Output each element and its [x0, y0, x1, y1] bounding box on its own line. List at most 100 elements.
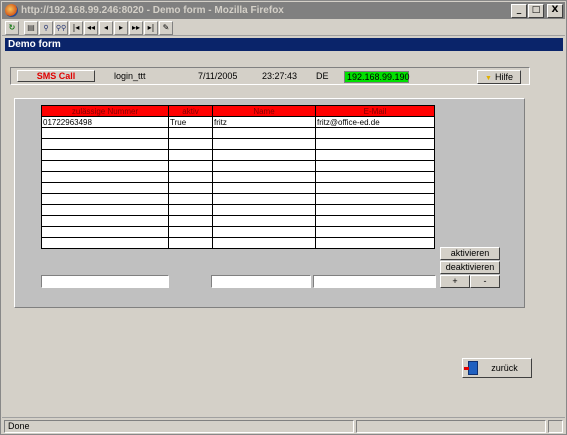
email-cell[interactable] — [315, 127, 435, 139]
first-record-icon[interactable]: |◂ — [69, 20, 83, 35]
activate-button[interactable]: aktivieren — [440, 247, 500, 260]
active-cell[interactable] — [168, 226, 213, 238]
name-cell[interactable] — [212, 171, 316, 183]
active-cell[interactable] — [168, 138, 213, 150]
name-filter-input[interactable] — [211, 275, 311, 288]
add-row-button[interactable]: + — [440, 275, 470, 288]
number-cell[interactable] — [41, 138, 169, 150]
find-icon[interactable]: ⚲ — [39, 20, 53, 35]
table-row[interactable] — [41, 237, 435, 249]
column-header-number[interactable]: zulässige Nummer — [41, 105, 169, 117]
name-cell[interactable] — [212, 193, 316, 205]
table-row[interactable] — [41, 226, 435, 238]
column-header-name[interactable]: Name — [212, 105, 316, 117]
email-cell[interactable] — [315, 182, 435, 194]
window-title: http://192.168.99.246:8020 - Demo form -… — [21, 5, 284, 16]
email-cell[interactable] — [315, 226, 435, 238]
minimize-button[interactable]: _ — [511, 3, 527, 18]
email-cell[interactable] — [315, 193, 435, 205]
number-cell[interactable] — [41, 182, 169, 194]
active-cell[interactable] — [168, 237, 213, 249]
name-cell[interactable]: fritz — [212, 116, 316, 128]
email-cell[interactable]: fritz@office-ed.de — [315, 116, 435, 128]
exit-door-icon — [464, 361, 478, 375]
previous-record-icon[interactable]: ◂ — [99, 20, 113, 35]
number-cell[interactable] — [41, 149, 169, 161]
number-cell[interactable] — [41, 237, 169, 249]
active-cell[interactable] — [168, 149, 213, 161]
name-cell[interactable] — [212, 160, 316, 172]
table-row[interactable] — [41, 171, 435, 183]
name-cell[interactable] — [212, 226, 316, 238]
number-cell[interactable] — [41, 171, 169, 183]
back-button[interactable]: zurück — [462, 358, 532, 378]
active-cell[interactable] — [168, 182, 213, 194]
active-cell[interactable] — [168, 171, 213, 183]
sms-call-button[interactable]: SMS Call — [17, 70, 95, 82]
maximize-button[interactable]: □ — [528, 3, 544, 18]
table-row[interactable] — [41, 204, 435, 216]
ip-address-badge: 192.168.99.190 — [344, 71, 410, 83]
previous-fast-icon[interactable]: ◂◂ — [84, 20, 98, 35]
last-record-icon[interactable]: ▸| — [144, 20, 158, 35]
name-cell[interactable] — [212, 127, 316, 139]
numbers-table: zulässige Nummer aktiv Name E-Mail 01722… — [41, 105, 435, 249]
name-cell[interactable] — [212, 149, 316, 161]
help-button[interactable]: ▼ Hilfe — [477, 70, 521, 84]
content-panel: zulässige Nummer aktiv Name E-Mail 01722… — [14, 98, 525, 308]
table-row[interactable] — [41, 138, 435, 150]
table-row[interactable] — [41, 193, 435, 205]
table-row[interactable]: 01722963498 True fritz fritz@office-ed.de — [41, 116, 435, 128]
email-cell[interactable] — [315, 138, 435, 150]
next-record-icon[interactable]: ▸ — [114, 20, 128, 35]
active-cell[interactable] — [168, 127, 213, 139]
email-cell[interactable] — [315, 204, 435, 216]
active-cell[interactable] — [168, 193, 213, 205]
email-cell[interactable] — [315, 171, 435, 183]
find-next-icon[interactable]: ⚲⚲ — [54, 20, 68, 35]
name-cell[interactable] — [212, 215, 316, 227]
active-cell[interactable] — [168, 215, 213, 227]
table-row[interactable] — [41, 215, 435, 227]
close-button[interactable]: X — [547, 3, 563, 18]
name-cell[interactable] — [212, 237, 316, 249]
number-cell[interactable] — [41, 160, 169, 172]
name-cell[interactable] — [212, 204, 316, 216]
status-cell-middle — [356, 420, 546, 433]
active-cell[interactable] — [168, 204, 213, 216]
table-row[interactable] — [41, 182, 435, 194]
number-cell[interactable]: 01722963498 — [41, 116, 169, 128]
email-filter-input[interactable] — [313, 275, 436, 288]
table-row[interactable] — [41, 127, 435, 139]
email-cell[interactable] — [315, 215, 435, 227]
deactivate-button[interactable]: deaktivieren — [440, 261, 500, 274]
email-cell[interactable] — [315, 160, 435, 172]
active-cell[interactable] — [168, 160, 213, 172]
number-cell[interactable] — [41, 226, 169, 238]
email-cell[interactable] — [315, 149, 435, 161]
table-row[interactable] — [41, 160, 435, 172]
active-cell[interactable]: True — [168, 116, 213, 128]
info-bar: SMS Call login_ttt 7/11/2005 23:27:43 DE… — [10, 67, 530, 85]
title-bar: http://192.168.99.246:8020 - Demo form -… — [2, 2, 565, 19]
remove-row-button[interactable]: - — [470, 275, 500, 288]
language-label: DE — [316, 71, 329, 81]
number-cell[interactable] — [41, 215, 169, 227]
table-row[interactable] — [41, 149, 435, 161]
reload-icon[interactable]: ↻ — [5, 20, 19, 35]
edit-icon[interactable]: ✎ — [159, 20, 173, 35]
back-label: zurück — [491, 363, 518, 373]
column-header-email[interactable]: E-Mail — [315, 105, 435, 117]
next-fast-icon[interactable]: ▸▸ — [129, 20, 143, 35]
print-icon[interactable]: ▤ — [24, 20, 38, 35]
number-cell[interactable] — [41, 204, 169, 216]
column-header-active[interactable]: aktiv — [168, 105, 213, 117]
resize-grip-icon[interactable] — [548, 420, 563, 433]
name-cell[interactable] — [212, 182, 316, 194]
number-cell[interactable] — [41, 127, 169, 139]
firefox-icon — [5, 4, 18, 17]
number-filter-input[interactable] — [41, 275, 169, 288]
email-cell[interactable] — [315, 237, 435, 249]
name-cell[interactable] — [212, 138, 316, 150]
number-cell[interactable] — [41, 193, 169, 205]
